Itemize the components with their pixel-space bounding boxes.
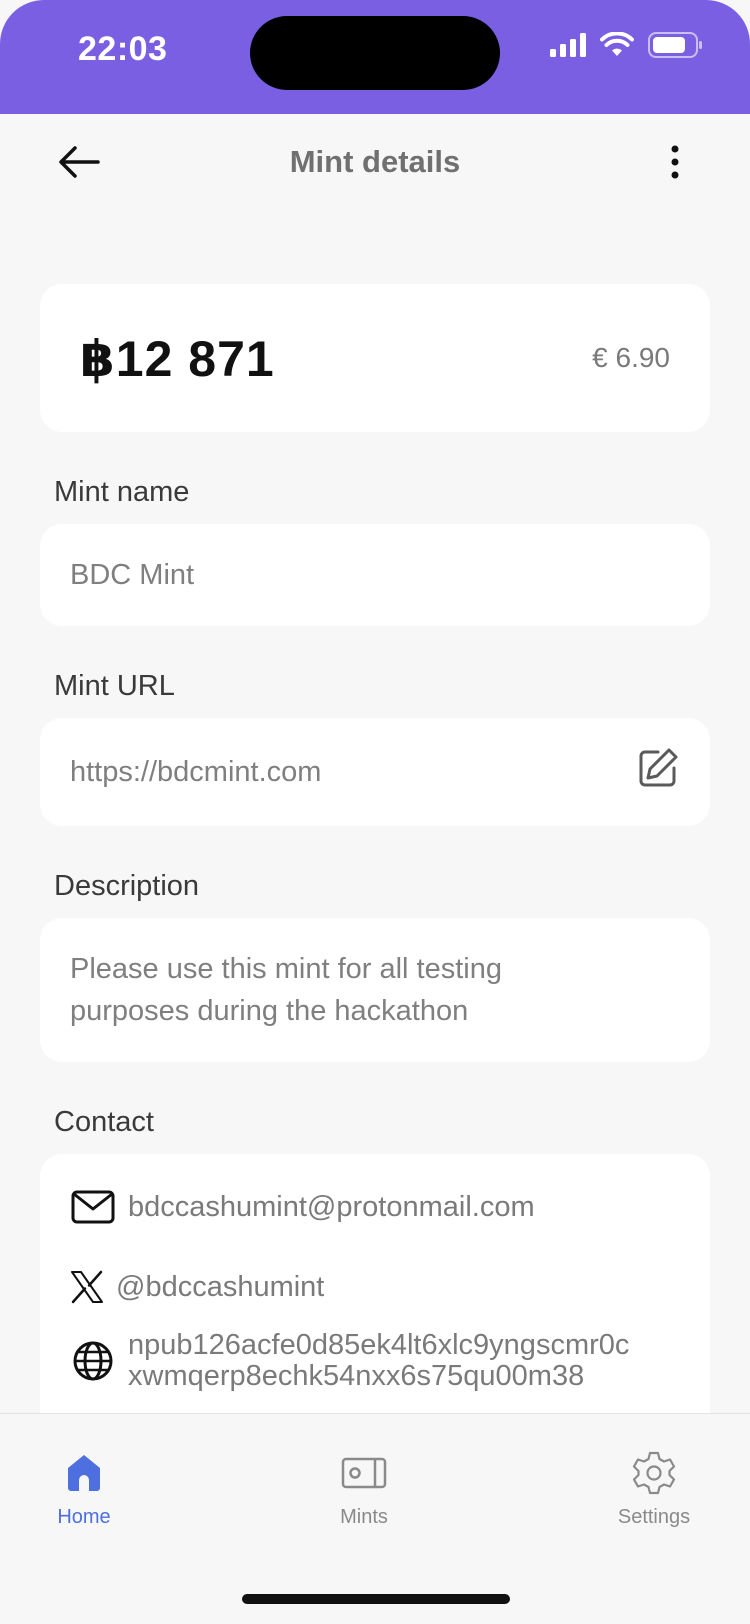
- wifi-icon: [600, 30, 634, 63]
- status-bar: 22:03: [0, 0, 750, 114]
- mint-url-label: Mint URL: [54, 670, 175, 702]
- mint-name-label: Mint name: [54, 476, 190, 508]
- mint-name-value: BDC Mint: [70, 559, 195, 591]
- more-options-button[interactable]: [660, 140, 690, 188]
- contact-email: bdccashumint@protonmail.com: [128, 1190, 535, 1223]
- nav-label-settings: Settings: [617, 1506, 691, 1528]
- nav-item-mints[interactable]: Mints: [294, 1450, 434, 1529]
- page-title: Mint details: [289, 144, 461, 179]
- dynamic-island: [250, 16, 500, 90]
- balance-card: ฿12 871 € 6.90: [40, 284, 710, 432]
- x-logo-icon: [70, 1264, 104, 1310]
- nav-item-settings[interactable]: Settings: [584, 1450, 724, 1529]
- description-line-1: Please use this mint for all testing: [70, 953, 502, 985]
- description-line-2: purposes during the hackathon: [70, 995, 469, 1027]
- status-time: 22:03: [78, 30, 168, 68]
- home-icon: [14, 1450, 154, 1496]
- globe-icon: [70, 1338, 116, 1384]
- contact-npub: npub126acfe0d85ek4lt6xlc9yngscmr0c xwmqe…: [116, 1330, 629, 1392]
- description-label: Description: [54, 870, 200, 902]
- contact-npub-line-1: npub126acfe0d85ek4lt6xlc9yngscmr0c: [128, 1330, 630, 1361]
- header: Mint details: [0, 114, 750, 214]
- status-icons: [550, 30, 704, 63]
- contact-label: Contact: [54, 1106, 154, 1138]
- mint-name-field[interactable]: BDC Mint: [40, 524, 710, 626]
- gear-icon: [584, 1450, 724, 1496]
- contact-npub-row[interactable]: npub126acfe0d85ek4lt6xlc9yngscmr0c xwmqe…: [70, 1330, 680, 1392]
- description-field[interactable]: Please use this mint for all testing pur…: [40, 918, 710, 1062]
- nav-label-home: Home: [57, 1506, 111, 1528]
- contact-x-row[interactable]: @bdccashumint: [70, 1264, 680, 1310]
- contact-card: bdccashumint@protonmail.com @bdccashumin…: [40, 1154, 710, 1414]
- home-indicator: [242, 1594, 510, 1604]
- nav-item-home[interactable]: Home: [14, 1450, 154, 1529]
- balance-amount: ฿12 871: [80, 331, 275, 387]
- wallet-icon: [294, 1450, 434, 1496]
- contact-npub-line-2: xwmqerp8echk54nxx6s75qu00m38: [128, 1361, 585, 1392]
- contact-x-handle: @bdccashumint: [116, 1270, 325, 1303]
- mail-icon: [70, 1184, 116, 1230]
- nav-label-mints: Mints: [340, 1506, 388, 1528]
- signal-icon: [550, 32, 586, 62]
- edit-icon: [636, 746, 680, 795]
- mint-url-field[interactable]: https://bdcmint.com: [40, 718, 710, 826]
- bottom-nav: Home Mints Settings: [0, 1413, 750, 1624]
- mint-url-value: https://bdcmint.com: [70, 756, 322, 788]
- more-vertical-icon: [671, 145, 679, 184]
- contact-email-row[interactable]: bdccashumint@protonmail.com: [70, 1184, 680, 1230]
- balance-fiat: € 6.90: [592, 342, 670, 373]
- battery-icon: [648, 31, 704, 63]
- edit-url-button[interactable]: [636, 748, 680, 792]
